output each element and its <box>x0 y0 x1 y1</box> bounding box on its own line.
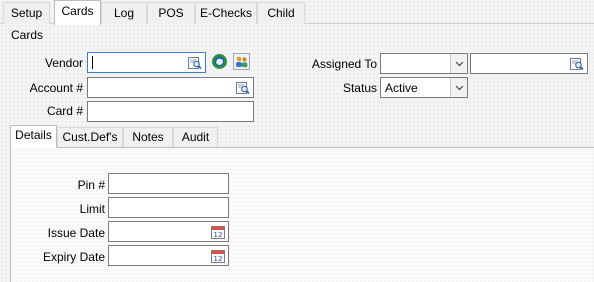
tab-log[interactable]: Log <box>101 2 147 24</box>
account-label: Account # <box>29 81 83 95</box>
assigned-to-select[interactable] <box>380 53 468 74</box>
pin-label: Pin # <box>77 178 105 192</box>
svg-text:12: 12 <box>214 231 223 239</box>
tab-details[interactable]: Details <box>10 125 57 148</box>
tab-notes[interactable]: Notes <box>123 127 173 147</box>
card-label: Card # <box>46 104 83 118</box>
status-select[interactable]: Active <box>380 77 468 98</box>
people-icon[interactable] <box>233 53 250 70</box>
vendor-input[interactable] <box>87 52 206 73</box>
card-input[interactable] <box>87 101 254 122</box>
cards-group-title: Cards <box>11 28 44 42</box>
account-input[interactable] <box>87 77 254 98</box>
expiry-date-input[interactable]: 12 <box>108 245 229 266</box>
status-label: Status <box>342 81 377 95</box>
issue-date-input[interactable]: 12 <box>108 221 229 242</box>
lookup-icon[interactable] <box>570 57 584 70</box>
status-value: Active <box>385 81 418 95</box>
tab-audit[interactable]: Audit <box>173 127 218 147</box>
svg-text:12: 12 <box>214 255 223 263</box>
chevron-down-icon <box>455 61 464 67</box>
tab-child[interactable]: Child <box>257 2 305 24</box>
refresh-globe-icon[interactable] <box>211 53 228 70</box>
assigned-to-label: Assigned To <box>311 57 377 71</box>
assigned-to-input[interactable] <box>470 53 588 74</box>
issue-date-label: Issue Date <box>47 226 105 240</box>
text-caret <box>92 56 93 69</box>
tab-cards[interactable]: Cards <box>54 0 101 25</box>
pin-input[interactable] <box>108 173 229 194</box>
top-tab-strip: Setup Cards Log POS E-Checks Child <box>0 0 594 25</box>
tab-e-checks[interactable]: E-Checks <box>195 2 257 24</box>
expiry-date-label: Expiry Date <box>42 250 105 264</box>
lookup-icon[interactable] <box>236 81 250 94</box>
tab-setup[interactable]: Setup <box>3 2 50 24</box>
calendar-icon[interactable]: 12 <box>211 249 225 263</box>
limit-input[interactable] <box>108 197 229 218</box>
vendor-label: Vendor <box>44 56 83 70</box>
detail-tab-strip: Details Cust.Def's Notes Audit <box>10 125 594 148</box>
limit-label: Limit <box>79 202 105 216</box>
tab-pos[interactable]: POS <box>147 2 195 24</box>
chevron-down-icon <box>455 85 464 91</box>
tab-cust-defs[interactable]: Cust.Def's <box>57 127 123 147</box>
calendar-icon[interactable]: 12 <box>211 225 225 239</box>
lookup-icon[interactable] <box>188 56 202 69</box>
